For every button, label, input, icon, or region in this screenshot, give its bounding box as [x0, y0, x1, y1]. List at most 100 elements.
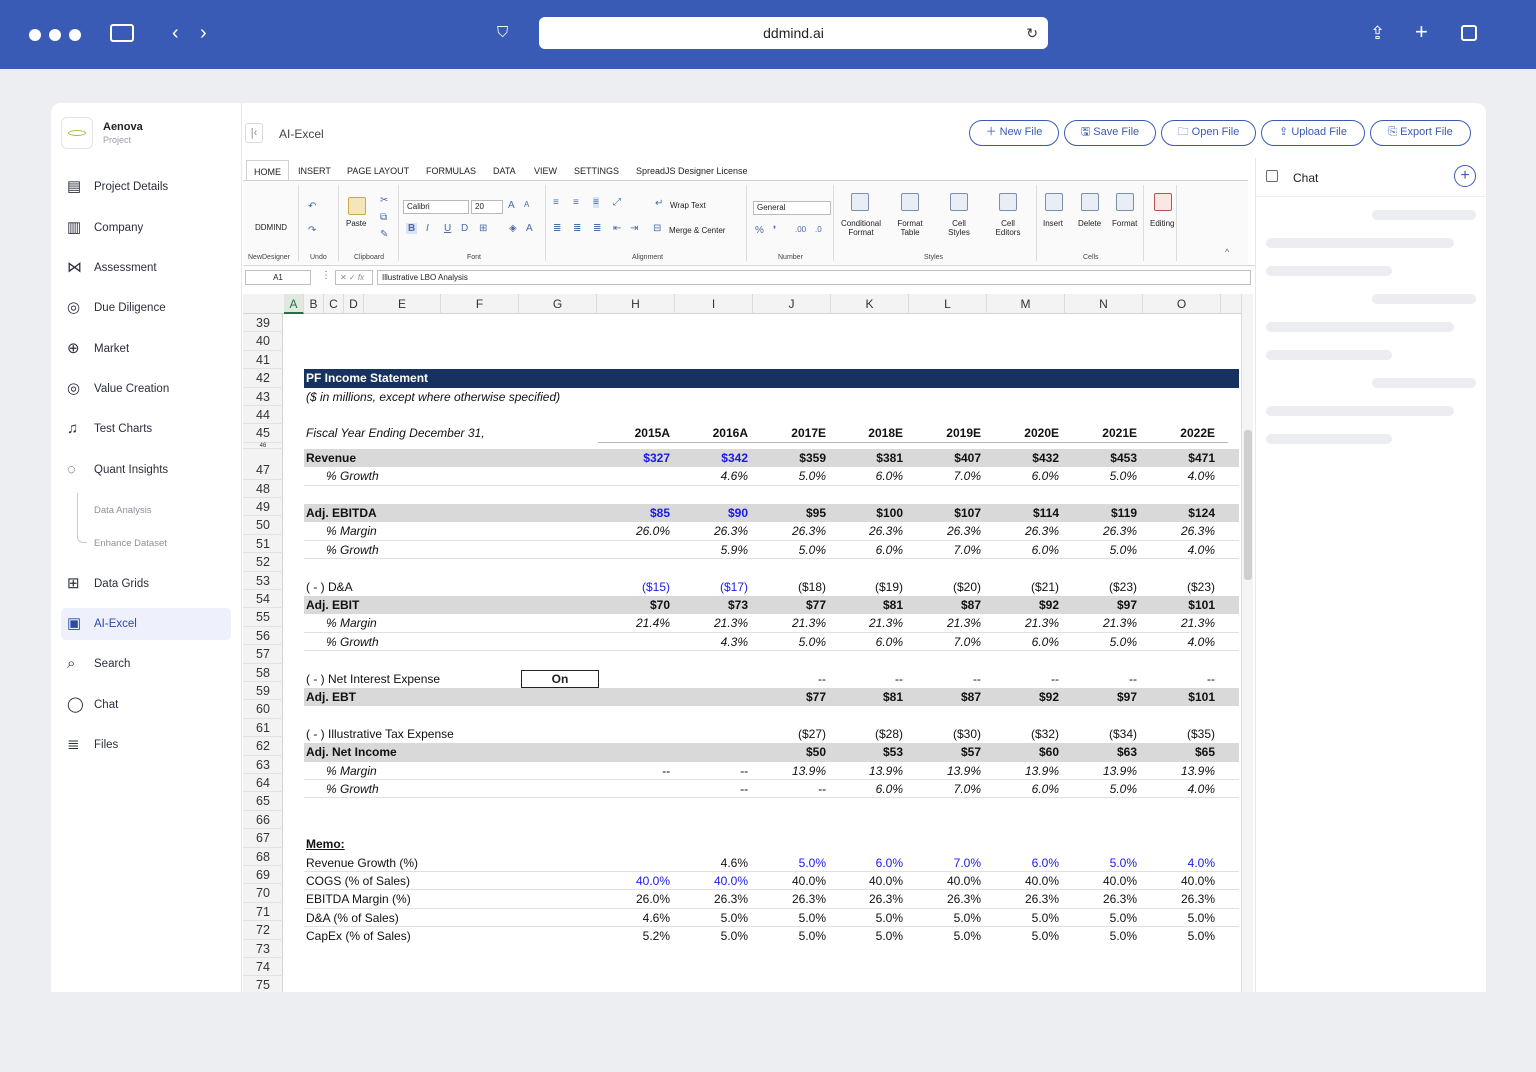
value-cell[interactable]: ($27) — [754, 725, 826, 743]
row-header[interactable]: 66 — [243, 811, 283, 830]
sidebar-item-search[interactable]: ⌕ Search — [61, 648, 231, 680]
value-cell[interactable]: 5.0% — [676, 927, 748, 945]
value-cell[interactable]: $124 — [1143, 504, 1215, 522]
value-cell[interactable]: 4.6% — [598, 909, 670, 927]
year-header[interactable]: 2018E — [831, 424, 903, 442]
wrap-text-button[interactable]: Wrap Text — [670, 201, 706, 210]
value-cell[interactable]: 5.0% — [831, 909, 903, 927]
statement-subtitle[interactable]: ($ in millions, except where otherwise s… — [306, 388, 706, 406]
row-header[interactable]: 52 — [243, 553, 283, 572]
value-cell[interactable]: 26.3% — [909, 890, 981, 908]
column-header-k[interactable]: K — [831, 294, 909, 314]
column-header-m[interactable]: M — [987, 294, 1065, 314]
row-header[interactable]: 50 — [243, 516, 283, 535]
increase-decimal-icon[interactable]: .00 — [795, 225, 806, 234]
value-cell[interactable]: $90 — [676, 504, 748, 522]
sidebar-item-chat[interactable]: ◯ Chat — [61, 689, 231, 721]
column-header-g[interactable]: G — [519, 294, 597, 314]
value-cell[interactable]: $327 — [598, 449, 670, 467]
year-header[interactable]: 2019E — [909, 424, 981, 442]
spreadsheet-grid[interactable]: ABCDEFGHIJKLMNO 39 40 41 42 43 44 45 46 47 48 49 50… — [243, 294, 1253, 992]
value-cell[interactable]: 5.0% — [1065, 541, 1137, 559]
value-cell[interactable]: ($32) — [987, 725, 1059, 743]
row-header[interactable]: 45 — [243, 424, 283, 443]
row-header[interactable]: 57 — [243, 645, 283, 664]
border-icon[interactable]: ⊞ — [479, 223, 487, 234]
new-chat-button[interactable]: + — [1454, 165, 1476, 187]
value-cell[interactable]: 4.6% — [676, 467, 748, 485]
value-cell[interactable]: 4.3% — [676, 633, 748, 651]
row-header[interactable]: 43 — [243, 388, 283, 406]
value-cell[interactable]: $85 — [598, 504, 670, 522]
column-header-j[interactable]: J — [753, 294, 831, 314]
value-cell[interactable]: $114 — [987, 504, 1059, 522]
value-cell[interactable]: 13.9% — [987, 762, 1059, 780]
align-top-icon[interactable]: ≡ — [553, 197, 559, 208]
collapse-sidebar-button[interactable]: |‹ — [245, 123, 263, 143]
row-header[interactable]: 72 — [243, 921, 283, 940]
fiscal-year-label[interactable]: Fiscal Year Ending December 31, — [306, 424, 606, 442]
value-cell[interactable]: 6.0% — [831, 854, 903, 872]
scroll-thumb[interactable] — [1244, 430, 1252, 580]
value-cell[interactable]: $60 — [987, 743, 1059, 761]
sidebar-item-files[interactable]: ≣ Files — [61, 729, 231, 761]
row-header[interactable]: 55 — [243, 608, 283, 627]
export-file-button[interactable]: ⎘ Export File — [1370, 120, 1471, 146]
value-cell[interactable]: 5.0% — [1143, 909, 1215, 927]
value-cell[interactable]: 6.0% — [987, 467, 1059, 485]
ddmind-button[interactable]: DDMIND — [255, 223, 287, 232]
value-cell[interactable]: $432 — [987, 449, 1059, 467]
value-cell[interactable]: 40.0% — [909, 872, 981, 890]
comma-icon[interactable]: ❜ — [773, 225, 776, 236]
format-table-button[interactable]: Format Table — [890, 219, 930, 237]
value-cell[interactable]: -- — [987, 670, 1059, 688]
strikethrough-icon[interactable]: D — [461, 223, 468, 234]
window-dot[interactable] — [69, 29, 81, 41]
sidebar-item-market[interactable]: ⊕ Market — [61, 333, 231, 365]
value-cell[interactable]: -- — [676, 780, 748, 798]
value-cell[interactable]: 21.3% — [831, 614, 903, 632]
merge-icon[interactable]: ⊟ — [653, 223, 661, 234]
tab-formulas[interactable]: FORMULAS — [426, 166, 476, 176]
value-cell[interactable]: $87 — [909, 688, 981, 706]
decrease-decimal-icon[interactable]: .0 — [815, 225, 822, 234]
value-cell[interactable] — [676, 688, 748, 706]
year-header[interactable]: 2017E — [754, 424, 826, 442]
value-cell[interactable]: $101 — [1143, 596, 1215, 614]
align-left-icon[interactable]: ≣ — [553, 223, 561, 234]
value-cell[interactable]: 5.9% — [676, 541, 748, 559]
cell-styles-icon[interactable] — [950, 193, 968, 211]
upload-file-button[interactable]: ⇪ Upload File — [1261, 120, 1365, 146]
value-cell[interactable]: 5.0% — [754, 467, 826, 485]
value-cell[interactable] — [598, 670, 670, 688]
tab-home[interactable]: HOME — [246, 160, 289, 180]
value-cell[interactable]: 13.9% — [1143, 762, 1215, 780]
insert-cells-icon[interactable] — [1045, 193, 1063, 211]
column-header-c[interactable]: C — [324, 294, 344, 314]
value-cell[interactable]: $107 — [909, 504, 981, 522]
value-cell[interactable]: 40.0% — [987, 872, 1059, 890]
value-cell[interactable]: 26.3% — [1065, 890, 1137, 908]
row-label[interactable]: Adj. EBT — [306, 688, 566, 706]
row-label[interactable]: Adj. Net Income — [306, 743, 566, 761]
conditional-format-icon[interactable] — [851, 193, 869, 211]
value-cell[interactable]: -- — [754, 670, 826, 688]
row-label[interactable]: CapEx (% of Sales) — [306, 927, 566, 945]
value-cell[interactable]: ($23) — [1143, 578, 1215, 596]
shrink-font-icon[interactable]: A — [524, 200, 529, 209]
sidebar-item-project-details[interactable]: ▤ Project Details — [61, 171, 231, 203]
window-dot[interactable] — [49, 29, 61, 41]
sidebar-item-test-charts[interactable]: ♫ Test Charts — [61, 413, 231, 445]
value-cell[interactable]: $100 — [831, 504, 903, 522]
year-header[interactable]: 2022E — [1143, 424, 1215, 442]
value-cell[interactable]: 5.0% — [754, 854, 826, 872]
value-cell[interactable]: $92 — [987, 596, 1059, 614]
undo-icon[interactable]: ↶ — [308, 201, 316, 212]
value-cell[interactable]: 6.0% — [987, 854, 1059, 872]
fill-color-icon[interactable]: ◈ — [509, 223, 517, 234]
value-cell[interactable]: 26.3% — [1065, 522, 1137, 540]
sidebar-item-ai-excel[interactable]: ▣ AI-Excel — [61, 608, 231, 640]
sidebar-toggle-icon[interactable] — [110, 24, 134, 42]
sidebar-item-quant-insights[interactable]: ◌ Quant Insights — [61, 454, 231, 486]
outdent-icon[interactable]: ⇥ — [630, 223, 638, 234]
